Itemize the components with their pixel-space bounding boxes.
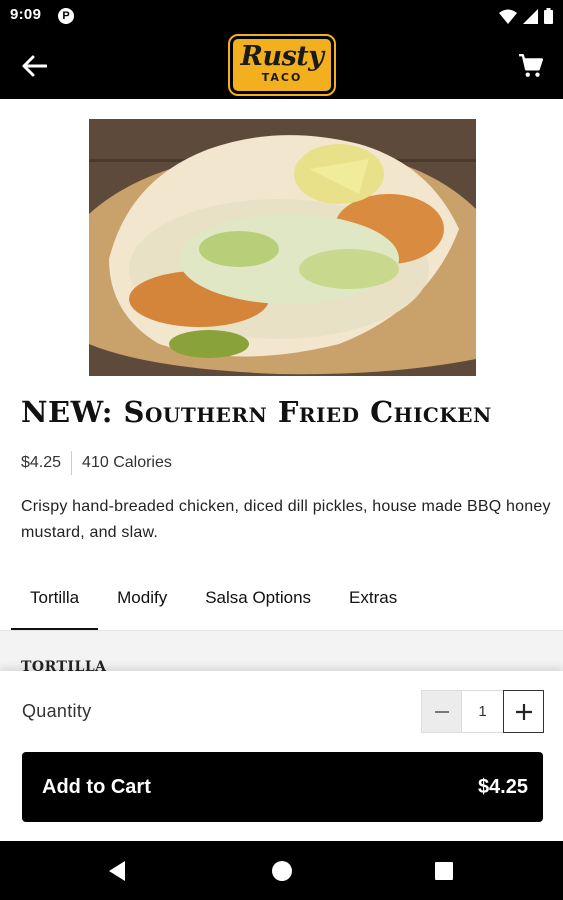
quantity-label: Quantity (22, 701, 92, 721)
signal-icon (523, 8, 538, 24)
app-bar: Rusty TACO (0, 32, 563, 99)
triangle-back-icon (109, 861, 125, 881)
rusty-taco-logo: Rusty TACO (228, 34, 336, 96)
item-calories: 410 Calories (82, 454, 172, 471)
section-heading: TORTILLA (21, 659, 107, 671)
item-price: $4.25 (21, 454, 62, 471)
item-photo (89, 119, 476, 376)
decrease-quantity-button[interactable] (421, 690, 462, 733)
system-nav-bar (0, 841, 563, 900)
option-tabs: Tortilla Modify Salsa Options Extras (11, 574, 416, 630)
plus-icon (515, 703, 532, 720)
nav-home-button[interactable] (268, 857, 296, 885)
arrow-left-icon (22, 55, 47, 77)
status-icons (499, 8, 553, 24)
item-title: NEW: Southern Fried Chicken (21, 395, 492, 429)
meta-divider (71, 451, 73, 475)
wifi-icon (499, 9, 517, 24)
add-to-cart-button[interactable]: Add to Cart $4.25 (22, 752, 543, 822)
quantity-value[interactable]: 1 (462, 690, 503, 733)
increase-quantity-button[interactable] (503, 690, 544, 733)
quantity-stepper: 1 (421, 690, 544, 733)
order-panel: Quantity 1 Add to Cart $4.25 (0, 671, 563, 841)
add-to-cart-label: Add to Cart (42, 776, 151, 798)
back-button[interactable] (14, 48, 54, 84)
logo-sub-text: TACO (261, 71, 303, 84)
add-to-cart-price: $4.25 (477, 776, 528, 798)
tab-salsa-options[interactable]: Salsa Options (186, 574, 330, 630)
tab-extras[interactable]: Extras (330, 574, 416, 630)
tab-modify[interactable]: Modify (98, 574, 186, 630)
minus-icon (434, 710, 449, 713)
item-description: Crispy hand-breaded chicken, diced dill … (21, 498, 551, 541)
status-bar: 9:09 P (0, 0, 563, 32)
circle-home-icon (272, 861, 292, 881)
battery-icon (544, 8, 553, 24)
options-section: TORTILLA (0, 630, 563, 671)
item-detail-content: NEW: Southern Fried Chicken $4.25 410 Ca… (0, 99, 563, 671)
status-time: 9:09 (10, 6, 42, 23)
nav-back-button[interactable] (103, 857, 131, 885)
tab-tortilla[interactable]: Tortilla (11, 574, 99, 630)
nav-recents-button[interactable] (430, 857, 458, 885)
square-recents-icon (435, 862, 453, 880)
item-meta: $4.25 410 Calories (21, 451, 172, 475)
shopping-cart-icon (519, 53, 544, 77)
cart-button[interactable] (513, 48, 549, 84)
notification-badge-icon: P (58, 8, 74, 24)
logo-main-text: Rusty (240, 41, 324, 72)
